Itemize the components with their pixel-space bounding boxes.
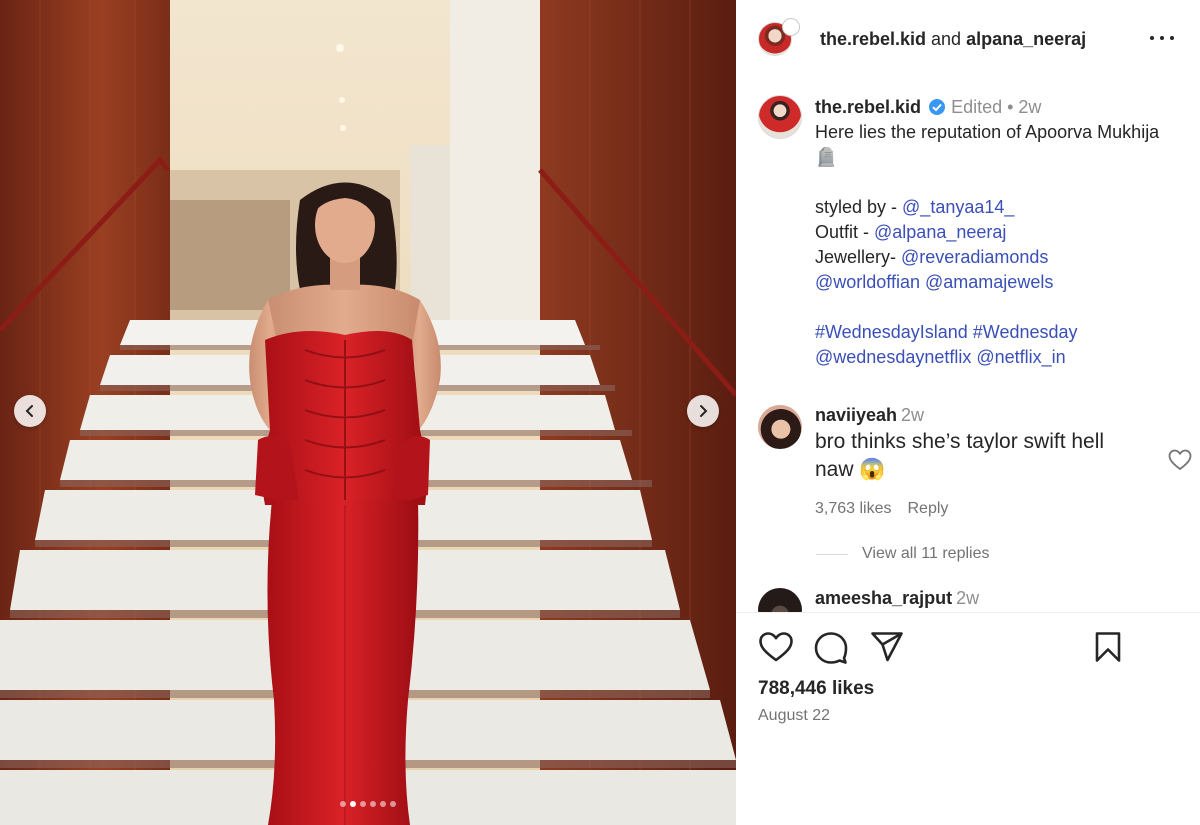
mention[interactable]: @netflix_in xyxy=(976,347,1065,367)
stylist-mention[interactable]: @_tanyaa14_ xyxy=(902,197,1014,217)
post-side-panel: the.rebel.kid and alpana_neeraj the.rebe… xyxy=(736,0,1200,825)
caption-time: 2w xyxy=(1018,97,1042,117)
comment-time: 2w xyxy=(956,588,980,608)
caption-username[interactable]: the.rebel.kid xyxy=(815,97,921,117)
outfit-label: Outfit - xyxy=(815,222,875,242)
meta-separator: • xyxy=(1002,97,1019,117)
hashtag[interactable]: #Wednesday xyxy=(973,322,1078,342)
post-photo xyxy=(0,0,736,825)
caption-text: Here lies the reputation of Apoorva Mukh… xyxy=(815,122,1160,167)
jewellery-label: Jewellery- xyxy=(815,247,902,267)
carousel-dot xyxy=(390,801,396,807)
author-username[interactable]: the.rebel.kid xyxy=(820,29,926,49)
comment-likes[interactable]: 3,763 likes xyxy=(815,500,892,517)
carousel-dot xyxy=(360,801,366,807)
commenter-username[interactable]: naviiyeah xyxy=(815,405,897,425)
jewellery-mention[interactable]: @reveradiamonds xyxy=(901,247,1048,267)
caption-avatar[interactable] xyxy=(758,95,802,139)
more-options-button[interactable] xyxy=(1150,28,1174,48)
post-authors: the.rebel.kid and alpana_neeraj xyxy=(820,29,1086,50)
post-date: August 22 xyxy=(758,707,831,724)
comment-item: ameesha_rajput 2w xyxy=(758,588,1188,632)
authors-and: and xyxy=(926,28,967,49)
carousel-indicator xyxy=(0,801,736,807)
carousel-dot xyxy=(340,801,346,807)
view-replies-label: View all 11 replies xyxy=(862,545,990,562)
comment-time: 2w xyxy=(901,405,925,425)
carousel-dot xyxy=(380,801,386,807)
reply-button[interactable]: Reply xyxy=(908,500,949,517)
commenter-username[interactable]: ameesha_rajput xyxy=(815,588,952,608)
hashtag[interactable]: #WednesdayIsland xyxy=(815,322,968,342)
edited-label: Edited xyxy=(951,97,1003,117)
post-media[interactable] xyxy=(0,0,736,825)
post-caption: the.rebel.kid Edited • 2w Here lies the … xyxy=(758,95,1178,370)
carousel-prev-button[interactable] xyxy=(14,395,46,427)
comment-icon[interactable] xyxy=(814,631,848,665)
jewellery-mention[interactable]: @worldoffian xyxy=(815,272,920,292)
heart-icon[interactable] xyxy=(758,631,794,663)
chevron-right-icon xyxy=(700,405,708,417)
view-replies-button[interactable]: View all 11 replies xyxy=(816,545,989,563)
likes-count[interactable]: 788,446 likes xyxy=(758,678,874,700)
commenter-avatar[interactable] xyxy=(758,405,802,449)
post-actions-bar: 788,446 likes August 22 xyxy=(736,612,1200,825)
verified-icon xyxy=(929,99,946,115)
more-icon xyxy=(1150,36,1154,40)
carousel-dot xyxy=(370,801,376,807)
carousel-dot-active xyxy=(350,801,356,807)
comment-like-heart-icon[interactable] xyxy=(1168,449,1192,471)
carousel-next-button[interactable] xyxy=(687,395,719,427)
collab-avatar[interactable] xyxy=(782,18,800,36)
collab-username[interactable]: alpana_neeraj xyxy=(966,29,1086,49)
jewellery-mention[interactable]: @amamajewels xyxy=(925,272,1053,292)
mention[interactable]: @wednesdaynetflix xyxy=(815,347,971,367)
outfit-mention[interactable]: @alpana_neeraj xyxy=(874,222,1006,242)
bookmark-icon[interactable] xyxy=(1094,631,1122,663)
post-header: the.rebel.kid and alpana_neeraj xyxy=(736,0,1200,78)
comment-item: naviiyeah 2w bro thinks she’s taylor swif… xyxy=(758,405,1192,518)
share-icon[interactable] xyxy=(870,631,904,663)
chevron-left-icon xyxy=(25,405,33,417)
styled-label: styled by - xyxy=(815,197,903,217)
comment-text: bro thinks she’s taylor swift hell naw 😱 xyxy=(815,430,1105,481)
